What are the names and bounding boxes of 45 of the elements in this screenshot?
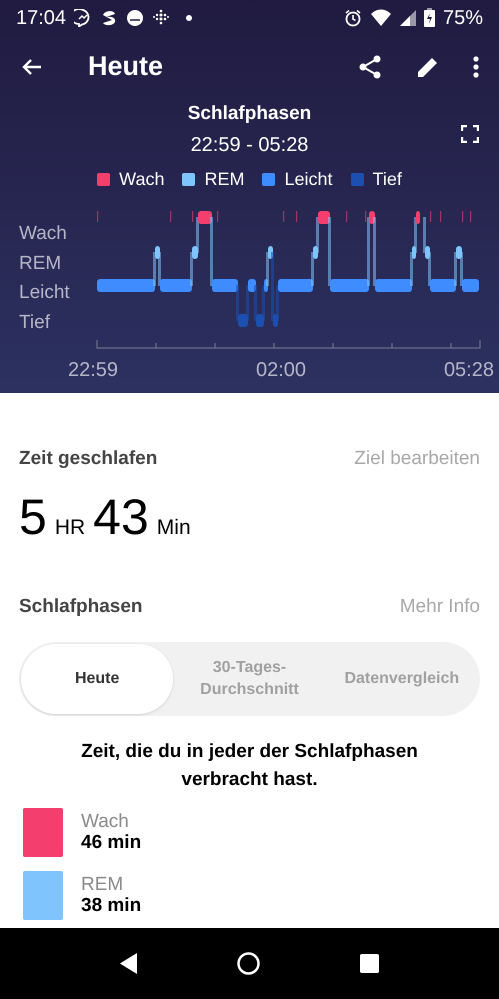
axis-label: Wach (19, 222, 68, 246)
battery-percent: 75% (442, 8, 483, 28)
phase-duration: 46 min (81, 832, 142, 853)
minutes-unit: Min (156, 514, 191, 540)
more-icon[interactable] (473, 56, 479, 78)
battery-icon (424, 8, 435, 28)
home-nav-icon[interactable] (237, 952, 260, 975)
back-nav-icon[interactable] (120, 953, 137, 974)
wifi-icon (370, 8, 392, 27)
page-title: Heute (88, 50, 164, 84)
status-time: 17:04 (16, 8, 66, 28)
minutes-value: 43 (93, 492, 149, 542)
segment-tab[interactable]: Heute (21, 644, 174, 714)
alarm-icon (344, 8, 362, 27)
description-text: Zeit, die du in jeder der Schlafphasen verbracht hast. (80, 740, 419, 792)
axis-label: REM (19, 252, 62, 276)
axis-label: 05:28 (444, 358, 494, 384)
share-icon[interactable] (358, 54, 382, 79)
legend-label: Tief (372, 168, 402, 192)
dot-icon (186, 14, 192, 21)
section-title: Zeit geschlafen (19, 447, 158, 471)
segment-tab[interactable]: Datenvergleich (326, 644, 478, 714)
axis-label: 02:00 (256, 358, 306, 384)
app-icon (126, 8, 144, 27)
axis-label: Tief (19, 310, 51, 335)
phase-duration: 38 min (81, 895, 142, 916)
time-range: 22:59 - 05:28 (190, 133, 308, 158)
dots-icon (152, 8, 170, 27)
legend-label: REM (204, 168, 244, 192)
section-title: Schlafphasen (19, 595, 143, 619)
hours-value: 5 (19, 492, 47, 542)
chat-icon (74, 8, 92, 27)
axis-label: 22:59 (68, 358, 118, 384)
phase-label: Wach (81, 811, 130, 832)
legend-label: Wach (119, 168, 164, 192)
more-info-link[interactable]: Mehr Info (400, 593, 480, 622)
edit-goal-link[interactable]: Ziel bearbeiten (354, 445, 480, 474)
signal-icon (400, 10, 416, 26)
fullscreen-icon[interactable] (461, 125, 479, 144)
axis-label: Leicht (19, 281, 70, 306)
segment-tab[interactable]: 30-Tages- Durchschnitt (173, 644, 326, 714)
hours-unit: HR (54, 514, 86, 540)
chart-title: Schlafphasen (188, 102, 312, 126)
legend-label: Leicht (284, 168, 333, 192)
phase-label: REM (81, 874, 124, 895)
